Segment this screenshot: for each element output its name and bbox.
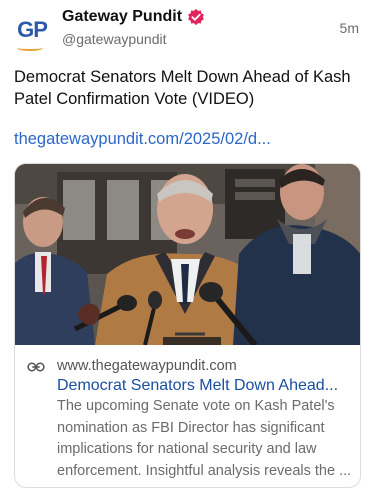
link-preview-image[interactable]: [15, 164, 360, 345]
link-preview-card[interactable]: www.thegatewaypundit.com Democrat Senato…: [14, 163, 361, 488]
author-avatar[interactable]: GP: [14, 12, 50, 51]
post-header: GP Gateway Pundit @gatewaypundit 5m: [0, 0, 375, 56]
post-link[interactable]: thegatewaypundit.com/2025/02/d...: [14, 128, 362, 150]
link-icon: [27, 362, 45, 372]
avatar-logo-swoosh: [17, 45, 43, 51]
card-title[interactable]: Democrat Senators Melt Down Ahead...: [57, 375, 353, 396]
name-row: Gateway Pundit: [62, 8, 205, 26]
avatar-logo: GP: [17, 17, 48, 42]
post-timestamp: 5m: [339, 20, 359, 36]
verified-badge-icon: [188, 8, 204, 26]
card-domain: www.thegatewaypundit.com: [57, 358, 237, 374]
author-handle[interactable]: @gatewaypundit: [62, 31, 167, 47]
press-photo-illustration: [15, 164, 360, 345]
author-display-name[interactable]: Gateway Pundit: [62, 8, 182, 26]
card-description: The upcoming Senate vote on Kash Patel's…: [57, 398, 352, 479]
post-text: Democrat Senators Melt Down Ahead of Kas…: [14, 68, 351, 108]
